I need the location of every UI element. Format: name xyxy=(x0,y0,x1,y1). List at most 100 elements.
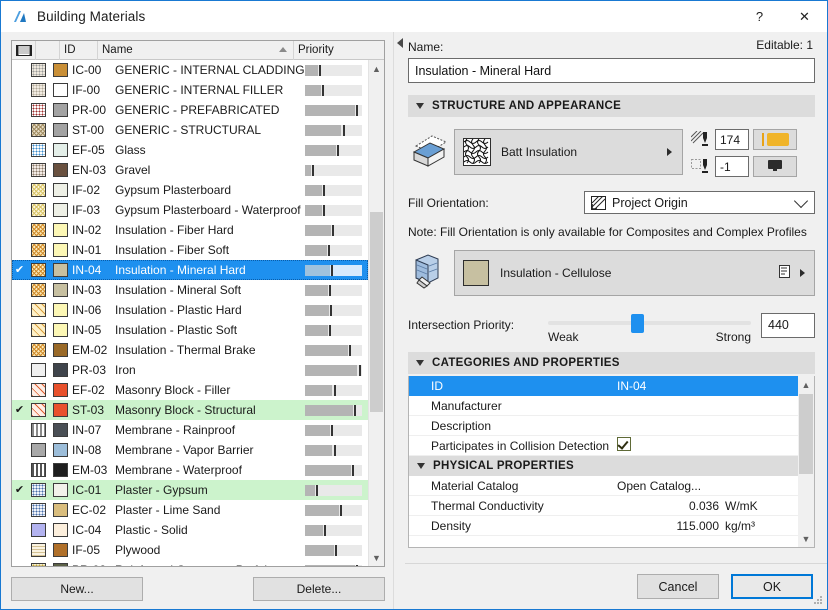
collapse-left-icon[interactable] xyxy=(397,38,403,48)
fill-orientation-select[interactable]: Project Origin xyxy=(584,191,815,214)
table-row[interactable]: EF-05 Glass xyxy=(12,140,368,160)
row-check-icon[interactable]: ✔ xyxy=(12,404,27,416)
new-button[interactable]: New... xyxy=(11,577,143,601)
scroll-up-icon[interactable]: ▲ xyxy=(369,60,384,77)
row-pattern-swatch xyxy=(27,483,49,497)
cancel-button[interactable]: Cancel xyxy=(637,574,719,599)
row-id: IC-01 xyxy=(72,483,102,497)
property-value[interactable] xyxy=(617,437,725,454)
table-row[interactable]: IN-02 Insulation - Fiber Hard xyxy=(12,220,368,240)
background-pen-color-button[interactable] xyxy=(753,156,797,177)
row-name: Insulation - Plastic Hard xyxy=(115,303,242,317)
row-priority-bar xyxy=(305,464,368,476)
scroll-down-icon[interactable]: ▼ xyxy=(798,530,814,547)
table-row[interactable]: EF-02 Masonry Block - Filler xyxy=(12,380,368,400)
property-value[interactable]: IN-04 xyxy=(617,379,725,393)
property-value[interactable]: 0.036 xyxy=(617,499,725,513)
close-icon[interactable]: ✕ xyxy=(782,1,827,32)
row-name: Glass xyxy=(115,143,146,157)
delete-button[interactable]: Delete... xyxy=(253,577,385,601)
table-row[interactable]: IC-04 Plastic - Solid xyxy=(12,520,368,540)
table-row[interactable]: IC-00 GENERIC - INTERNAL CLADDING xyxy=(12,60,368,80)
resize-grip[interactable] xyxy=(812,594,824,606)
table-row[interactable]: ST-00 GENERIC - STRUCTURAL xyxy=(12,120,368,140)
table-row[interactable]: IN-03 Insulation - Mineral Soft xyxy=(12,280,368,300)
property-value[interactable]: Open Catalog... xyxy=(617,479,725,493)
title-bar: Building Materials ? ✕ xyxy=(1,1,827,32)
table-row[interactable]: IF-03 Gypsum Plasterboard - Waterproof xyxy=(12,200,368,220)
section-categories-and-properties[interactable]: CATEGORIES AND PROPERTIES xyxy=(408,352,815,374)
help-button[interactable]: ? xyxy=(737,1,782,32)
priority-value-input[interactable]: 440 xyxy=(761,312,815,338)
section-structure-and-appearance[interactable]: STRUCTURE AND APPEARANCE xyxy=(408,95,815,117)
row-name: Insulation - Mineral Hard xyxy=(115,263,246,277)
name-input[interactable] xyxy=(408,58,815,83)
table-row[interactable]: IN-06 Insulation - Plastic Hard xyxy=(12,300,368,320)
table-row[interactable]: PR-03 Iron xyxy=(12,360,368,380)
materials-list[interactable]: ID Name Priority IC-00 GENERIC - INTERNAL… xyxy=(11,40,385,567)
expand-arrow-icon[interactable] xyxy=(800,269,805,277)
property-value[interactable]: 115.000 xyxy=(617,519,725,533)
checkbox-checked-icon[interactable] xyxy=(617,437,631,451)
properties-table[interactable]: ID IN-04 Manufacturer Description Participat… xyxy=(408,376,815,548)
table-row[interactable]: ✔ ST-03 Masonry Block - Structural xyxy=(12,400,368,420)
ok-button[interactable]: OK xyxy=(731,574,813,599)
table-row[interactable]: EN-03 Gravel xyxy=(12,160,368,180)
table-row[interactable]: EM-02 Insulation - Thermal Brake xyxy=(12,340,368,360)
foreground-pen-color-button[interactable] xyxy=(753,129,797,150)
background-pen-input[interactable]: -1 xyxy=(715,156,749,177)
table-row[interactable]: ✔ IC-01 Plaster - Gypsum xyxy=(12,480,368,500)
row-id: IN-06 xyxy=(72,303,102,317)
row-id: IN-05 xyxy=(72,323,102,337)
table-row[interactable]: IF-02 Gypsum Plasterboard xyxy=(12,180,368,200)
list-scroll-thumb[interactable] xyxy=(370,212,383,412)
list-header-name[interactable]: Name xyxy=(98,41,294,60)
scroll-up-icon[interactable]: ▲ xyxy=(798,376,814,393)
property-row[interactable]: Participates in Collision Detection xyxy=(409,436,798,456)
table-row[interactable]: IN-05 Insulation - Plastic Soft xyxy=(12,320,368,340)
property-row[interactable]: ID IN-04 xyxy=(409,376,798,396)
row-id: IF-02 xyxy=(72,183,101,197)
surface-combo[interactable]: Insulation - Cellulose xyxy=(454,250,815,296)
scroll-down-icon[interactable]: ▼ xyxy=(369,549,384,566)
table-row[interactable]: PR-02Reinforced Concrete - Prefab xyxy=(12,560,368,566)
fill-pattern-combo[interactable]: Batt Insulation xyxy=(454,129,683,175)
property-row[interactable]: Thermal Conductivity 0.036 W/mK xyxy=(409,496,798,516)
list-header-priority[interactable]: Priority xyxy=(294,41,384,60)
property-edit-chip[interactable] xyxy=(774,376,798,396)
row-check-icon[interactable]: ✔ xyxy=(12,484,27,496)
priority-slider[interactable]: Weak Strong xyxy=(548,310,751,344)
table-row[interactable]: PR-00 GENERIC - PREFABRICATED xyxy=(12,100,368,120)
properties-scrollbar[interactable]: ▲ ▼ xyxy=(798,376,814,547)
catalog-icon[interactable] xyxy=(779,265,790,281)
table-row[interactable]: ✔ IN-04 Insulation - Mineral Hard xyxy=(12,260,368,280)
table-row[interactable]: IF-05 Plywood xyxy=(12,540,368,560)
row-pattern-swatch xyxy=(27,543,49,557)
expand-arrow-icon[interactable] xyxy=(667,148,672,156)
screen-icon xyxy=(767,159,783,175)
property-row[interactable]: Description xyxy=(409,416,798,436)
properties-scroll-thumb[interactable] xyxy=(799,394,813,474)
property-row[interactable]: Manufacturer xyxy=(409,396,798,416)
slider-thumb[interactable] xyxy=(631,314,645,333)
list-header-id[interactable]: ID xyxy=(60,41,98,60)
table-row[interactable]: EM-03 Membrane - Waterproof xyxy=(12,460,368,480)
table-row[interactable]: IN-07 Membrane - Rainproof xyxy=(12,420,368,440)
properties-group-header[interactable]: PHYSICAL PROPERTIES xyxy=(409,456,798,476)
hatch-pattern-icon[interactable] xyxy=(12,41,36,60)
row-color-swatch xyxy=(49,363,71,377)
row-id: IN-03 xyxy=(72,283,102,297)
table-row[interactable]: EC-02 Plaster - Lime Sand xyxy=(12,500,368,520)
table-row[interactable]: IF-00 GENERIC - INTERNAL FILLER xyxy=(12,80,368,100)
row-id: IC-04 xyxy=(72,523,102,537)
table-row[interactable]: IN-08 Membrane - Vapor Barrier xyxy=(12,440,368,460)
table-row[interactable]: IN-01 Insulation - Fiber Soft xyxy=(12,240,368,260)
property-unit: kg/m³ xyxy=(725,518,755,533)
list-scrollbar[interactable]: ▲ ▼ xyxy=(368,60,384,566)
foreground-pen-input[interactable]: 174 xyxy=(715,129,749,150)
list-header-color[interactable] xyxy=(36,41,60,60)
property-row[interactable]: Material Catalog Open Catalog... xyxy=(409,476,798,496)
fill-orientation-note: Note: Fill Orientation is only available… xyxy=(408,225,807,239)
property-row[interactable]: Density 115.000 kg/m³ xyxy=(409,516,798,536)
row-check-icon[interactable]: ✔ xyxy=(12,264,27,276)
